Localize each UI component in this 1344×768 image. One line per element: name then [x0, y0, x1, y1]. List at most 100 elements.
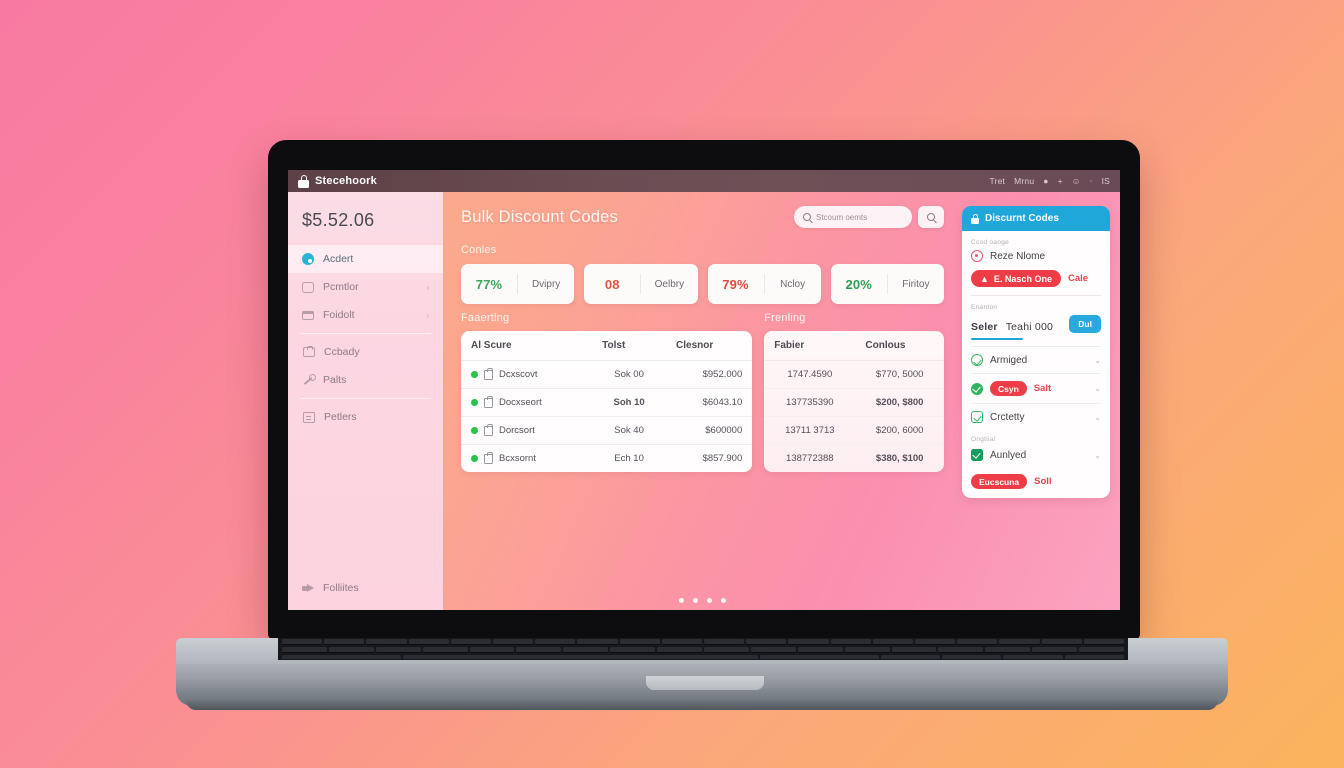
option-badge[interactable]: Csyn [990, 381, 1027, 396]
column-header-fabier[interactable]: Fabier [764, 331, 856, 361]
pagination-dot[interactable] [693, 598, 698, 603]
menu-item-1[interactable]: Mrnu [1014, 176, 1034, 186]
table-row[interactable]: 1747.4590 $770, 5000 [764, 360, 944, 389]
row-contous: $200, $800 [855, 388, 944, 417]
right-table-title: Frenling [764, 312, 806, 324]
search-input[interactable]: Stcoum oemts [794, 206, 912, 228]
status-badge[interactable]: ▲ E. Nasch One [971, 270, 1061, 287]
row-contous: $770, 5000 [855, 360, 944, 389]
search-button[interactable] [918, 206, 944, 228]
row-fabier: 138772388 [786, 453, 834, 464]
sidebar-item-label: Ccbady [324, 346, 360, 358]
left-table-section: Faaertlng Al Scure Tolst Clesnor Dcxscov… [461, 312, 753, 610]
pagination-dot[interactable] [721, 598, 726, 603]
field-value-group: Seler Teahi 000 [971, 321, 1063, 333]
sidebar-divider [300, 398, 431, 399]
menu-bar: Stecehoork Tret Mrnu ● + ☺ ⋅ IS [288, 170, 1120, 192]
sidebar-item-folliites[interactable]: Folliites [302, 582, 429, 594]
row-total: Sok 40 [592, 416, 667, 445]
sidebar-item-petlers[interactable]: Petlers [288, 403, 443, 431]
menu-bar-status-items: Tret Mrnu ● + ☺ ⋅ IS [989, 176, 1110, 187]
table-row[interactable]: Dcxscovt Sok 00 $952.000 [461, 360, 753, 389]
column-header-clesnor[interactable]: Clesnor [666, 331, 753, 361]
trackpad-notch [646, 676, 764, 690]
discount-code-card[interactable]: 77% Dvipry [461, 264, 575, 304]
field-micro-label: Enanton [971, 304, 998, 311]
row-amount: $600000 [666, 416, 753, 445]
target-icon [302, 253, 314, 265]
sidebar-item-acdert[interactable]: Acdert [288, 245, 443, 273]
column-header-total[interactable]: Tolst [592, 331, 667, 361]
keyboard-keys [282, 639, 1124, 659]
bag-icon [484, 424, 493, 436]
field-group: Seler Teahi 000 [971, 321, 1063, 333]
table-row[interactable]: Docxseort Soh 10 $6043.10 [461, 388, 753, 417]
document-icon [303, 411, 315, 423]
table-header-row: Al Scure Tolst Clesnor [461, 331, 753, 361]
sidebar-item-palts[interactable]: Palts [288, 366, 443, 394]
table-row[interactable]: Dorcsort Sok 40 $600000 [461, 416, 753, 445]
circle-dot-icon [971, 250, 983, 262]
discount-code-cards: 77% Dvipry 08 Oelbry 79% Ncloy 20% Firit… [461, 264, 944, 304]
table-row[interactable]: 13711 3713 $200, 6000 [764, 416, 944, 445]
sidebar-item-foidolt[interactable]: Foidolt › [288, 301, 443, 329]
check-circle-filled-icon [971, 382, 983, 395]
discount-name: Firitoy [902, 278, 930, 290]
pagination-dot[interactable] [707, 598, 712, 603]
footer-side-text: Soll [1034, 476, 1052, 487]
field-label: Seler [971, 321, 998, 333]
apple-icon[interactable]: ● [1043, 176, 1048, 186]
discount-codes-card-header: Discurnt Codes [962, 206, 1110, 231]
sidebar-item-pcmtlor[interactable]: Pcmtlor › [288, 273, 443, 301]
discount-name: Dvipry [531, 278, 561, 290]
chevron-down-icon[interactable]: ⌄ [1094, 356, 1101, 365]
sidebar-item-ccbady[interactable]: Ccbady [288, 338, 443, 366]
sidebar-nav: Acdert Pcmtlor › Foidolt › Ccbady Palts … [288, 245, 443, 431]
discount-code-card[interactable]: 79% Ncloy [707, 264, 821, 304]
discount-code-card[interactable]: 08 Oelbry [584, 264, 698, 304]
discount-percent: 20% [845, 276, 873, 292]
check-square-icon [971, 411, 983, 423]
name-row[interactable]: Reze Nlome [971, 250, 1101, 262]
clock-icon[interactable]: IS [1102, 176, 1110, 186]
footer-row: Eucscuna Soll [971, 474, 1101, 489]
app-brand: Stecehoork [298, 174, 377, 188]
table-row[interactable]: Bcxsornt Ech 10 $857.900 [461, 445, 752, 473]
option-label: Crctetty [990, 411, 1025, 423]
chevron-down-icon[interactable]: ⌄ [1094, 451, 1101, 460]
pagination-dots[interactable] [443, 598, 962, 603]
sidebar-bottom: Folliites [288, 574, 443, 610]
field-value[interactable]: Teahi 000 [1006, 321, 1053, 333]
chevron-down-icon[interactable]: ⌄ [1094, 413, 1101, 422]
discount-name: Ncloy [780, 278, 806, 290]
battery-icon[interactable]: ⋅ [1090, 176, 1093, 187]
chevron-right-icon: › [426, 310, 429, 320]
wrench-icon [302, 374, 316, 386]
field-action-button[interactable]: Dul [1069, 315, 1101, 333]
badge-side-text: Cale [1067, 273, 1089, 284]
plus-icon[interactable]: + [1058, 176, 1063, 186]
chevron-down-icon[interactable]: ⌄ [1094, 384, 1101, 393]
table-row[interactable]: 137735390 $200, $800 [764, 388, 944, 417]
column-header-contous[interactable]: Conlous [855, 331, 944, 361]
option-row-armiged[interactable]: Armiged ⌄ [971, 346, 1101, 373]
laptop-base-foot [186, 700, 1218, 710]
option-row-csyn[interactable]: Csyn Salt ⌄ [971, 373, 1101, 403]
bag-icon [484, 452, 493, 464]
group-micro-label: Ongtiial [971, 436, 996, 443]
discount-name: Oelbry [654, 278, 685, 290]
micro-label: Ccod oaoge [971, 239, 1010, 246]
option-row-aunlyed[interactable]: Aunlyed ⌄ [971, 447, 1101, 468]
row-amount: $6043.10 [666, 388, 753, 417]
card-title: Discurnt Codes [985, 213, 1059, 224]
footer-badge[interactable]: Eucscuna [971, 474, 1028, 489]
option-row-crctetty[interactable]: Crctetty ⌄ [971, 403, 1101, 430]
right-table-section: Frenling Fabier Conlous 1747.4590 $770, … [764, 312, 944, 610]
face-icon[interactable]: ☺ [1072, 176, 1081, 186]
pagination-dot[interactable] [679, 598, 684, 603]
name-label: Reze Nlome [990, 250, 1046, 262]
discount-code-card[interactable]: 20% Firitoy [830, 264, 944, 304]
table-row[interactable]: 138772388 $380, $100 [764, 445, 944, 473]
column-header-score[interactable]: Al Scure [461, 331, 593, 361]
menu-item-0[interactable]: Tret [989, 176, 1005, 186]
